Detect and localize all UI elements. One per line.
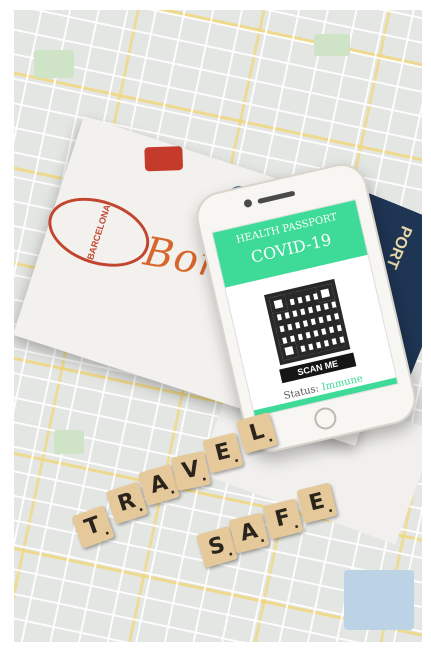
photo: BARCELONA Bon voyage PORT HEALTH PASSPOR…: [14, 10, 422, 642]
speaker-grille: [257, 190, 296, 205]
qr-corner: [268, 294, 289, 314]
tile-v: V: [170, 450, 212, 492]
qr-corner: [315, 283, 335, 303]
barcelona-stamp: BARCELONA: [39, 185, 159, 279]
phone-screen: HEALTH PASSPORT COVID-19 SCAN ME Status:…: [211, 199, 399, 418]
map-park: [54, 430, 84, 454]
home-button[interactable]: [312, 405, 339, 432]
map-park: [34, 50, 74, 78]
qr-code-icon[interactable]: [264, 278, 351, 366]
map-water: [344, 570, 414, 630]
red-stamp: [144, 146, 184, 172]
qr-corner: [279, 341, 299, 361]
health-passport-header: HEALTH PASSPORT COVID-19: [212, 200, 368, 288]
passport-word: PORT: [382, 223, 415, 271]
camera-icon: [243, 198, 253, 209]
map-park: [314, 34, 350, 56]
